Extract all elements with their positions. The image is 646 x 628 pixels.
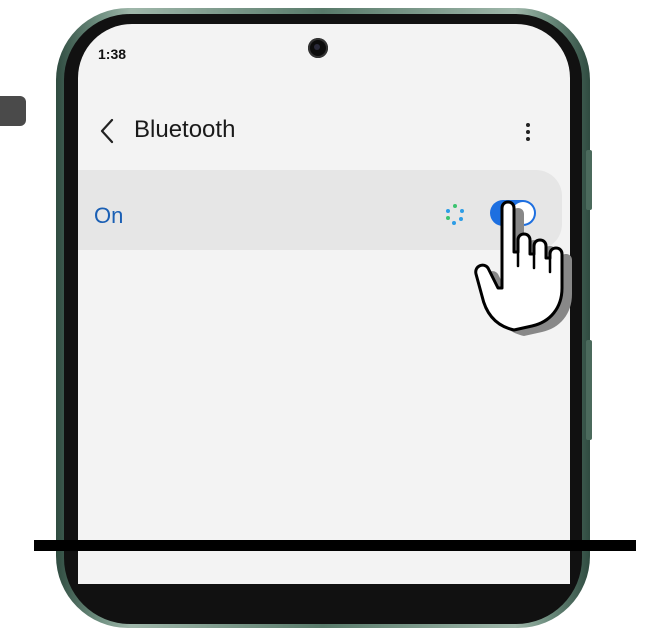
chevron-left-icon [100,118,114,144]
page-title: Bluetooth [134,116,236,143]
hand-pointer-icon [474,196,606,336]
side-button-left [0,96,26,126]
bluetooth-state-label: On [94,203,124,228]
front-camera [308,38,328,58]
scanning-dots-icon [440,200,470,230]
more-vert-icon [526,123,530,141]
back-button[interactable] [94,114,122,148]
status-time: 1:38 [98,46,127,62]
power-button [586,340,592,440]
bottom-bar [34,540,636,551]
more-options-button[interactable] [518,118,538,146]
